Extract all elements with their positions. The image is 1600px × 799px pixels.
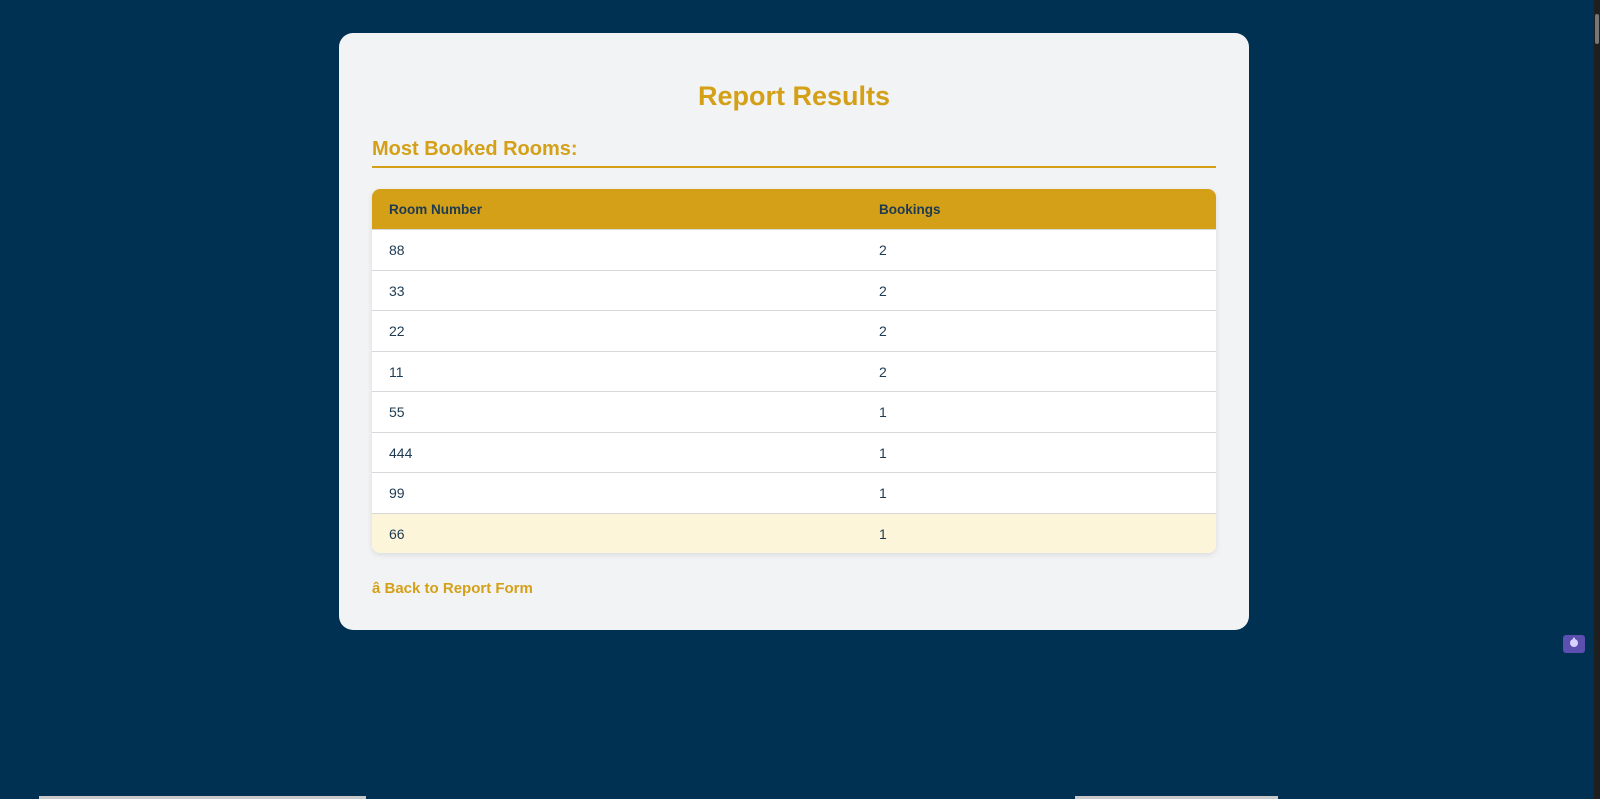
back-to-report-form-link[interactable]: â Back to Report Form (372, 580, 533, 597)
table-body: 88 2 33 2 22 2 11 2 55 1 444 1 99 1 66 1 (372, 229, 1216, 554)
extension-badge[interactable] (1563, 635, 1585, 653)
page: Report Results Most Booked Rooms: Room N… (0, 0, 1600, 799)
bookings-cell: 2 (878, 310, 1216, 352)
column-header-room-number: Room Number (372, 189, 878, 230)
table-row-highlighted: 66 1 (372, 512, 1216, 554)
bookings-cell: 1 (878, 431, 1216, 473)
table-header-row: Room Number Bookings (372, 189, 1216, 230)
room-number-cell: 88 (372, 229, 878, 271)
section-heading: Most Booked Rooms: (372, 136, 1216, 169)
table-row: 444 1 (372, 431, 1216, 473)
bookings-cell: 1 (878, 472, 1216, 514)
room-number-cell: 33 (372, 269, 878, 311)
bookings-cell: 2 (878, 229, 1216, 271)
room-number-cell: 444 (372, 431, 878, 473)
table-row: 99 1 (372, 472, 1216, 514)
page-title: Report Results (697, 81, 891, 111)
table-row: 33 2 (372, 269, 1216, 311)
results-table: Room Number Bookings 88 2 33 2 22 2 11 2… (372, 189, 1216, 554)
bookings-cell: 2 (878, 269, 1216, 311)
table-row: 88 2 (372, 229, 1216, 271)
room-number-cell: 11 (372, 350, 878, 392)
room-number-cell: 22 (372, 310, 878, 352)
table-row: 11 2 (372, 350, 1216, 392)
room-number-cell: 66 (372, 512, 878, 554)
table-header: Room Number Bookings (372, 189, 1216, 230)
table-row: 22 2 (372, 310, 1216, 352)
hand-icon (1568, 635, 1580, 653)
scrollbar-thumb[interactable] (1595, 14, 1599, 44)
room-number-cell: 55 (372, 391, 878, 433)
bookings-cell: 1 (878, 512, 1216, 554)
bookings-cell: 1 (878, 391, 1216, 433)
results-table-container: Room Number Bookings 88 2 33 2 22 2 11 2… (372, 189, 1216, 554)
bookings-cell: 2 (878, 350, 1216, 392)
report-card: Report Results Most Booked Rooms: Room N… (339, 33, 1249, 630)
table-row: 55 1 (372, 391, 1216, 433)
room-number-cell: 99 (372, 472, 878, 514)
scrollbar[interactable] (1594, 0, 1600, 799)
column-header-bookings: Bookings (878, 189, 1216, 230)
